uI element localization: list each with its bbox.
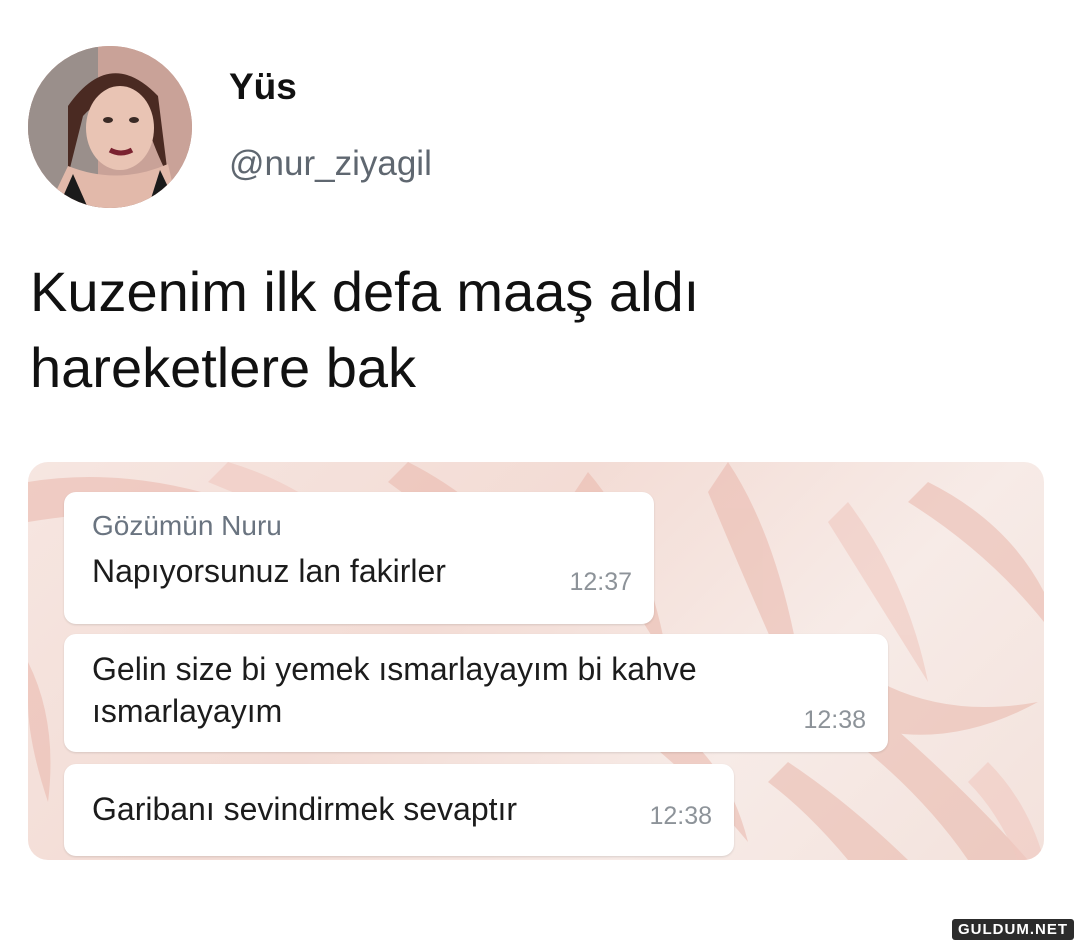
display-name[interactable]: Yüs <box>229 66 297 108</box>
tweet-text-line-2: hareketlere bak <box>30 336 417 399</box>
user-handle[interactable]: @nur_ziyagil <box>229 144 432 184</box>
chat-message-1[interactable]: Gözümün Nuru Napıyorsunuz lan fakirler 1… <box>64 492 654 624</box>
chat-screenshot[interactable]: Gözümün Nuru Napıyorsunuz lan fakirler 1… <box>28 462 1044 860</box>
message-sender: Gözümün Nuru <box>92 510 282 541</box>
message-time: 12:38 <box>803 706 866 734</box>
message-text: Napıyorsunuz lan fakirler <box>92 553 446 589</box>
message-text: Gelin size bi yemek ısmarlayayım bi kahv… <box>92 651 697 729</box>
watermark: GULDUM.NET <box>952 919 1074 940</box>
avatar[interactable] <box>28 46 192 208</box>
message-time: 12:38 <box>649 802 712 830</box>
chat-message-3[interactable]: Garibanı sevindirmek sevaptır 12:38 <box>64 764 734 856</box>
message-time: 12:37 <box>569 568 632 596</box>
message-text: Garibanı sevindirmek sevaptır <box>92 791 518 827</box>
chat-message-2[interactable]: Gelin size bi yemek ısmarlayayım bi kahv… <box>64 634 888 752</box>
tweet-text: Kuzenim ilk defa maaş aldı hareketlere b… <box>30 254 1030 406</box>
tweet-text-line-1: Kuzenim ilk defa maaş aldı <box>30 260 700 323</box>
profile-photo-icon <box>28 46 192 208</box>
